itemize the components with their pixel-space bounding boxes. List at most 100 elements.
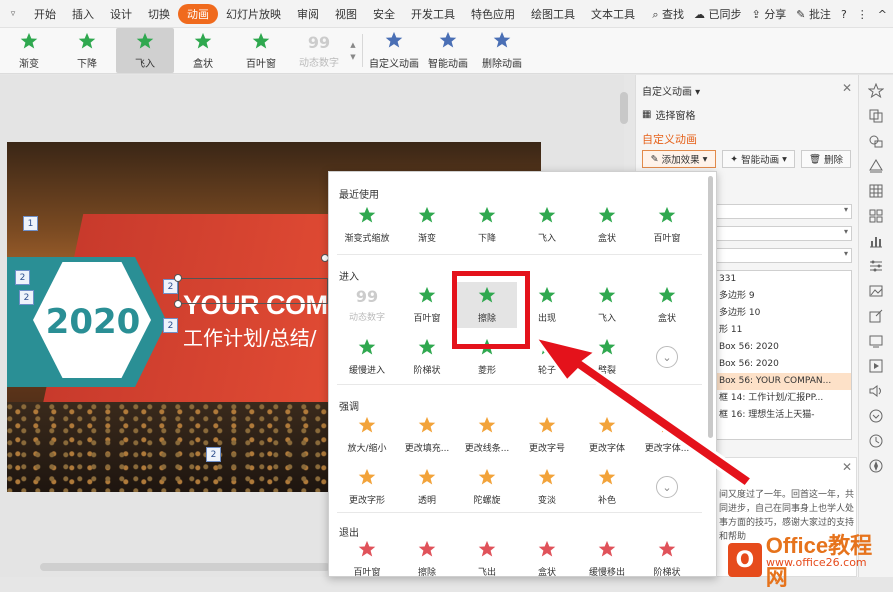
star-icon[interactable] [867, 82, 885, 99]
panel-title[interactable]: 自定义动画 ▾ [642, 83, 700, 98]
animation-list-item[interactable]: 多边形 10 [715, 305, 851, 322]
menu-tab[interactable]: 绘图工具 [523, 6, 583, 22]
menu-tab[interactable]: 文本工具 [583, 6, 643, 22]
more-effects-button[interactable]: ⌄ [637, 464, 697, 510]
quick-menu-icon[interactable]: ▿ [0, 9, 26, 19]
ribbon-scroll[interactable]: ▲ ▼ [348, 28, 358, 73]
animation-list-item[interactable]: 多边形 9 [715, 288, 851, 305]
more-icon[interactable]: ⋮ [857, 8, 868, 21]
start-select[interactable]: ▾ [714, 204, 852, 219]
menu-tab[interactable]: 开发工具 [403, 6, 463, 22]
ribbon-effect-fade-star[interactable]: 渐变 [0, 28, 58, 73]
resize-handle[interactable] [174, 274, 182, 282]
effect-descend[interactable]: 下降 [457, 202, 517, 248]
menu-tab[interactable]: 幻灯片放映 [218, 6, 289, 22]
shape-icon[interactable] [868, 133, 884, 149]
effect-change-font-color[interactable]: 更改字体... [637, 412, 697, 458]
effect-spin[interactable]: 陀螺旋 [457, 464, 517, 510]
table-icon[interactable] [868, 183, 884, 199]
animation-list-item[interactable]: 331 [715, 271, 851, 288]
effect-dynamic-number[interactable]: 99 动态数字 [337, 282, 397, 328]
menu-tab[interactable]: 切换 [140, 6, 178, 22]
history-icon[interactable] [868, 433, 884, 449]
menu-tab[interactable]: 设计 [102, 6, 140, 22]
animation-list-item[interactable]: 形 11 [715, 322, 851, 339]
effect-slow-in[interactable]: 缓慢进入 [337, 334, 397, 380]
effect-complementary-color[interactable]: 补色 [577, 464, 637, 510]
animation-list-item[interactable]: 框 16: 理想生活上天猫- [715, 407, 851, 424]
ribbon-effect-dynamic-number[interactable]: 99 动态数字 [290, 28, 348, 73]
sound-icon[interactable] [868, 383, 884, 399]
help-close-icon[interactable]: ✕ [842, 460, 852, 474]
effect-transparent[interactable]: 透明 [397, 464, 457, 510]
menu-tab[interactable]: 开始 [26, 6, 64, 22]
horizontal-scrollbar[interactable] [40, 563, 330, 571]
effect-fly-out[interactable]: 飞出 [457, 536, 517, 582]
effect-slow-out[interactable]: 缓慢移出 [577, 536, 637, 582]
effect-stairs[interactable]: 阶梯状 [637, 536, 697, 582]
year-text[interactable]: 2020 [43, 302, 143, 342]
effect-split[interactable]: 劈裂 [577, 334, 637, 380]
share-button[interactable]: ⇪ 分享 [752, 6, 787, 22]
screen-icon[interactable] [868, 333, 884, 349]
search-button[interactable]: ⌕ 查找 [652, 6, 684, 22]
effect-change-font-size[interactable]: 更改字号 [517, 412, 577, 458]
download-icon[interactable] [868, 408, 884, 424]
help-button[interactable]: ? [841, 8, 847, 21]
menu-tab[interactable]: 视图 [327, 6, 365, 22]
menu-tab[interactable]: 插入 [64, 6, 102, 22]
more-effects-button[interactable]: ⌄ [637, 334, 697, 380]
effect-lighten[interactable]: 变淡 [517, 464, 577, 510]
property-select[interactable]: ▾ [714, 226, 852, 241]
effect-change-fill[interactable]: 更改填充... [397, 412, 457, 458]
add-effect-button[interactable]: ✎ 添加效果 ▾ [642, 150, 716, 168]
ribbon-delete-animation-button[interactable]: 删除动画 [475, 28, 529, 73]
ribbon-effect-fly-in-star[interactable]: 飞入 [116, 28, 174, 73]
animation-list-item[interactable]: 框 14: 工作计划/汇报PP... [715, 390, 851, 407]
compass-icon[interactable] [868, 458, 884, 474]
ribbon-smart-animation-button[interactable]: 智能动画 [421, 28, 475, 73]
effect-box[interactable]: 盒状 [577, 202, 637, 248]
menu-tab[interactable]: 动画 [178, 3, 218, 24]
animation-list-item[interactable]: Box 56: 2020 [715, 356, 851, 373]
effect-blinds[interactable]: 百叶窗 [637, 202, 697, 248]
grid-icon[interactable] [868, 208, 884, 224]
dropdown-scrollbar[interactable] [708, 176, 713, 438]
effect-fade-zoom[interactable]: 渐变式缩放 [337, 202, 397, 248]
vertical-scrollbar[interactable] [620, 92, 628, 124]
effect-grow-shrink[interactable]: 放大/缩小 [337, 412, 397, 458]
effect-blinds[interactable]: 百叶窗 [337, 536, 397, 582]
effect-fly-in[interactable]: 飞入 [517, 202, 577, 248]
select-pane-link[interactable]: ▦ 选择窗格 [642, 107, 695, 122]
selection-box[interactable] [178, 278, 328, 304]
scroll-down-icon[interactable]: ▼ [350, 53, 355, 61]
menu-tab[interactable]: 审阅 [289, 6, 327, 22]
ribbon-custom-animation-button[interactable]: 自定义动画 [367, 28, 421, 73]
comment-button[interactable]: ✎ 批注 [796, 6, 831, 22]
fill-icon[interactable] [868, 158, 884, 174]
ribbon-effect-descend-star[interactable]: 下降 [58, 28, 116, 73]
menu-tab[interactable]: 安全 [365, 6, 403, 22]
effect-wipe[interactable]: 擦除 [397, 536, 457, 582]
chart-icon[interactable] [868, 233, 884, 249]
ribbon-effect-box-star[interactable]: 盒状 [174, 28, 232, 73]
menu-tab[interactable]: 特色应用 [463, 6, 523, 22]
animation-list-item[interactable]: Box 56: YOUR COMPAN... [715, 373, 851, 390]
copy-icon[interactable] [868, 108, 884, 124]
settings-icon[interactable] [868, 258, 884, 274]
effect-fly-in[interactable]: 飞入 [577, 282, 637, 328]
effect-box[interactable]: 盒状 [517, 536, 577, 582]
collapse-ribbon-icon[interactable]: ^ [878, 8, 887, 21]
effect-change-font-style[interactable]: 更改字形 [337, 464, 397, 510]
smart-animation-button[interactable]: ✦ 智能动画 ▾ [722, 150, 795, 168]
effect-box[interactable]: 盒状 [637, 282, 697, 328]
animation-list-item[interactable]: Box 56: 2020 [715, 339, 851, 356]
delete-button[interactable]: 🗑 删除 [801, 150, 851, 168]
scroll-up-icon[interactable]: ▲ [350, 41, 355, 49]
media-icon[interactable] [868, 358, 884, 374]
effect-fade[interactable]: 渐变 [397, 202, 457, 248]
ribbon-effect-blinds-star[interactable]: 百叶窗 [232, 28, 290, 73]
effect-stairs[interactable]: 阶梯状 [397, 334, 457, 380]
effect-blinds[interactable]: 百叶窗 [397, 282, 457, 328]
slide-title-cn[interactable]: 工作计划/总结/ [183, 322, 316, 351]
